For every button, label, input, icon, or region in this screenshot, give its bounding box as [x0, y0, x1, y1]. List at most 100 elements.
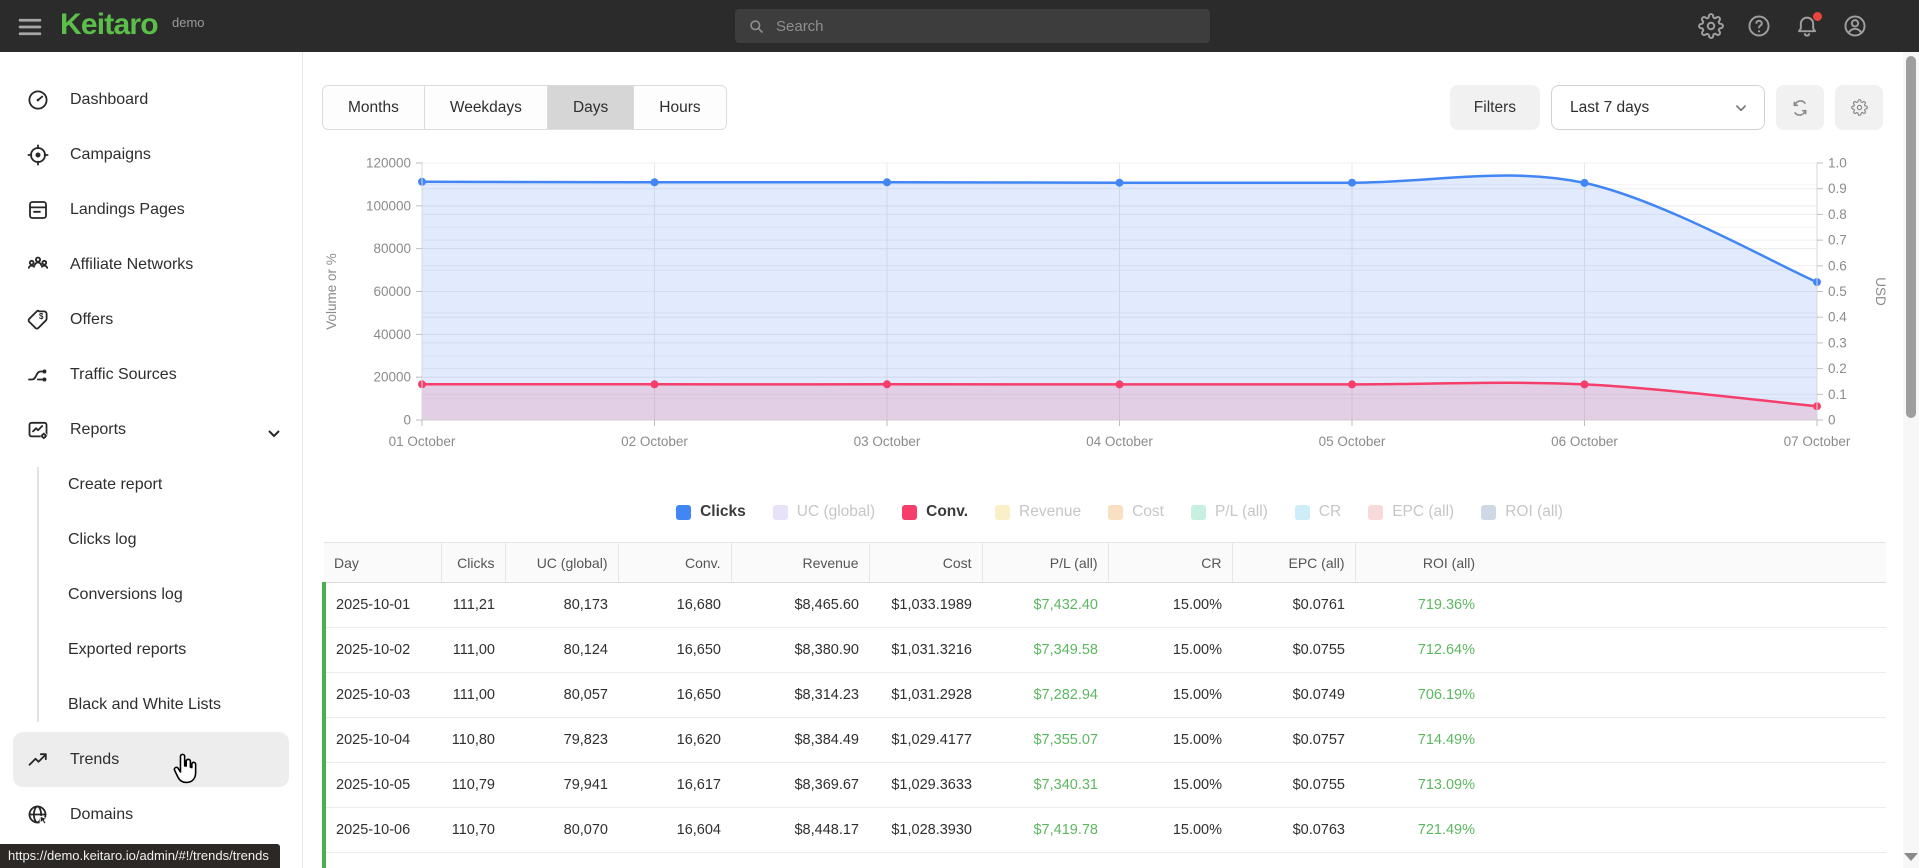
cell-uc_global: 80,173 — [505, 582, 618, 628]
column-header-epc_all[interactable]: EPC (all) — [1232, 542, 1356, 583]
sidebar-item-affiliate-networks[interactable]: Affiliate Networks — [0, 237, 302, 292]
settings-icon[interactable] — [1698, 13, 1724, 39]
data-point — [1580, 380, 1589, 389]
sidebar-item-trends[interactable]: Trends — [13, 732, 289, 787]
status-url-tooltip: https://demo.keitaro.io/admin/#!/trends/… — [0, 844, 280, 868]
legend-item-cost[interactable]: Cost — [1108, 503, 1164, 521]
svg-text:01 October: 01 October — [389, 434, 456, 449]
svg-text:120000: 120000 — [366, 156, 411, 171]
sidebar-subitem-exported-reports[interactable]: Exported reports — [0, 622, 302, 677]
trends-chart: 0 20000 40000 60000 80000 100000 120000 0 0.1 0.2… — [304, 145, 1903, 497]
table-header-row: Day Clicks UC (global) Conv. Revenue Cost P/L … — [324, 542, 1886, 583]
filters-button[interactable]: Filters — [1449, 85, 1540, 130]
chart-settings-button[interactable] — [1835, 85, 1883, 130]
topbar: Keitaro demo — [0, 0, 1919, 52]
cell-revenue: $8,314.23 — [731, 672, 869, 718]
cell-day: 2025-10-03 — [322, 672, 441, 718]
help-icon[interactable] — [1746, 13, 1772, 39]
settings-glyph — [1698, 13, 1724, 39]
column-header-uc_global[interactable]: UC (global) — [505, 542, 619, 583]
sidebar-item-domains[interactable]: Domains — [0, 787, 302, 842]
cell-roi_all: 721.49% — [1355, 807, 1485, 853]
search-input[interactable] — [776, 17, 1198, 35]
legend-label: EPC (all) — [1392, 503, 1455, 520]
svg-text:0.9: 0.9 — [1828, 181, 1847, 196]
cell-day: 2025-10-02 — [322, 627, 441, 673]
sidebar-item-campaigns[interactable]: Campaigns — [0, 127, 302, 182]
brand-logo[interactable]: Keitaro — [60, 8, 159, 42]
cell-day: 2025-10-05 — [322, 762, 441, 808]
legend-item-clicks[interactable]: Clicks — [676, 503, 746, 521]
menu-icon[interactable] — [16, 13, 44, 39]
legend-item-roi-all-[interactable]: ROI (all) — [1481, 503, 1563, 521]
chevron-down-icon — [262, 421, 280, 439]
cell-uc_global: 79,823 — [505, 717, 618, 763]
cell-pl_all: $7,432.40 — [982, 582, 1108, 628]
legend-item-uc-global-[interactable]: UC (global) — [772, 503, 875, 521]
sidebar-item-label: Campaigns — [70, 145, 151, 163]
cell-revenue: $4,829.04 — [731, 852, 869, 868]
cell-uc_global: 80,124 — [505, 627, 618, 673]
cell-pl_all: $7,282.94 — [982, 672, 1108, 718]
refresh-button[interactable] — [1776, 85, 1824, 130]
cell-epc_all: $0.0750 — [1232, 852, 1355, 868]
tab-days[interactable]: Days — [547, 86, 635, 129]
notifications-icon[interactable] — [1794, 12, 1822, 39]
cell-conv: 16,620 — [618, 717, 731, 763]
cell-filler — [1485, 852, 1886, 868]
legend-item-cr[interactable]: CR — [1294, 503, 1341, 521]
account-icon[interactable] — [1842, 13, 1868, 39]
sidebar-item-reports[interactable]: Reports — [0, 402, 302, 457]
legend-item-epc-all-[interactable]: EPC (all) — [1368, 503, 1454, 521]
tab-months[interactable]: Months — [323, 86, 425, 129]
legend-label: ROI (all) — [1505, 503, 1563, 520]
column-header-clicks[interactable]: Clicks — [441, 542, 506, 583]
sidebar-subitem-clicks-log[interactable]: Clicks log — [0, 512, 302, 567]
legend-label: P/L (all) — [1214, 503, 1268, 520]
cell-conv: 16,617 — [618, 762, 731, 808]
gear-icon — [1850, 99, 1868, 116]
sidebar-item-dashboard[interactable]: Dashboard — [0, 72, 302, 127]
column-header-pl_all[interactable]: P/L (all) — [982, 542, 1109, 583]
landings-icon — [29, 200, 47, 219]
column-header-day[interactable]: Day — [324, 542, 442, 583]
global-search[interactable] — [735, 9, 1210, 43]
cell-pl_all: $4,301.94 — [982, 852, 1108, 868]
column-header-cost[interactable]: Cost — [869, 542, 983, 583]
column-header-roi_all[interactable]: ROI (all) — [1355, 542, 1485, 583]
trends-table-wrap: Day Clicks UC (global) Conv. Revenue Cost P/L … — [322, 542, 1886, 868]
sidebar-subitem-conversions-log[interactable]: Conversions log — [0, 567, 302, 622]
column-header-revenue[interactable]: Revenue — [731, 542, 870, 583]
tab-weekdays[interactable]: Weekdays — [425, 86, 548, 129]
sidebar-item-traffic-sources[interactable]: Traffic Sources — [0, 347, 302, 402]
affiliates-icon — [27, 256, 49, 269]
column-header-cr[interactable]: CR — [1108, 542, 1233, 583]
svg-text:04 October: 04 October — [1086, 434, 1153, 449]
tab-hours[interactable]: Hours — [634, 86, 725, 129]
date-range-dropdown[interactable]: Last 7 days — [1551, 85, 1765, 130]
legend-item-conv-[interactable]: Conv. — [902, 503, 968, 521]
cell-conv: 16,604 — [618, 807, 731, 853]
sidebar-item-offers[interactable]: $ Offers — [0, 292, 302, 347]
legend-item-revenue[interactable]: Revenue — [995, 503, 1081, 521]
legend-item-p-l-all-[interactable]: P/L (all) — [1190, 503, 1268, 521]
cell-clicks: 64,40 — [441, 852, 505, 868]
cell-roi_all: 713.09% — [1355, 762, 1485, 808]
cell-conv: 16,680 — [618, 582, 731, 628]
sidebar-subitem-create-report[interactable]: Create report — [0, 457, 302, 512]
svg-text:0.6: 0.6 — [1828, 258, 1847, 273]
sidebar-subitem-black-and-white-lists[interactable]: Black and White Lists — [0, 677, 302, 732]
legend-swatch — [676, 504, 692, 520]
scrollbar-thumb[interactable] — [1906, 56, 1916, 418]
column-header-conv[interactable]: Conv. — [618, 542, 732, 583]
cell-conv: 6,442 — [618, 852, 731, 868]
svg-text:1.0: 1.0 — [1828, 156, 1847, 171]
data-point — [1580, 178, 1589, 187]
sidebar-item-label: Trends — [70, 750, 120, 768]
scrollbar-down-arrow[interactable] — [1904, 853, 1918, 861]
traffic-icon — [28, 369, 47, 381]
cell-cost: $1,028.3930 — [869, 807, 982, 853]
sidebar-item-landings-pages[interactable]: Landings Pages — [0, 182, 302, 237]
svg-text:07 October: 07 October — [1784, 434, 1851, 449]
svg-text:0.5: 0.5 — [1828, 284, 1847, 299]
